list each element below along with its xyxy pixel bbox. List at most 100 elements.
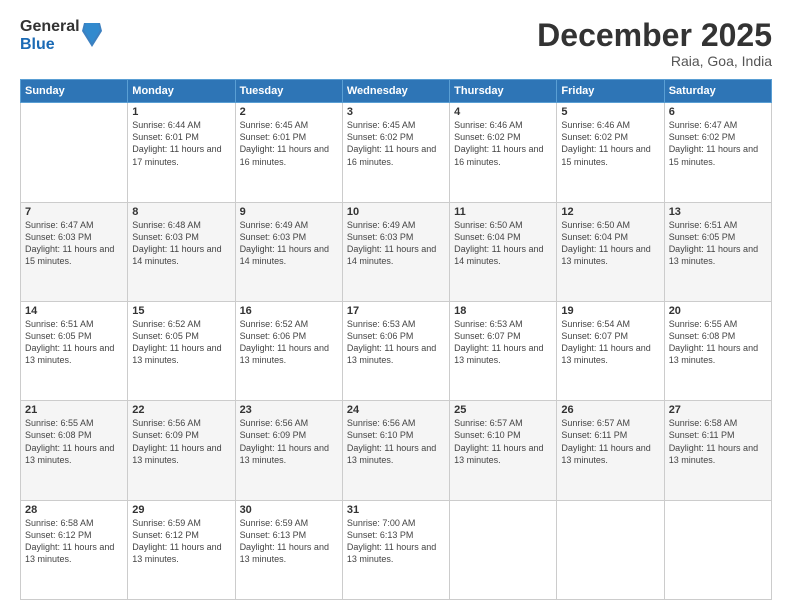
day-number: 11 — [454, 206, 552, 218]
day-number: 25 — [454, 404, 552, 416]
day-number: 20 — [669, 305, 767, 317]
col-thursday: Thursday — [450, 80, 557, 103]
day-info: Sunrise: 6:55 AMSunset: 6:08 PMDaylight:… — [669, 319, 758, 365]
logo-icon — [82, 23, 102, 47]
day-info: Sunrise: 6:52 AMSunset: 6:05 PMDaylight:… — [132, 319, 221, 365]
day-number: 23 — [240, 404, 338, 416]
table-row: 8 Sunrise: 6:48 AMSunset: 6:03 PMDayligh… — [128, 202, 235, 301]
day-number: 1 — [132, 106, 230, 118]
calendar-week-row: 1 Sunrise: 6:44 AMSunset: 6:01 PMDayligh… — [21, 103, 772, 202]
table-row: 7 Sunrise: 6:47 AMSunset: 6:03 PMDayligh… — [21, 202, 128, 301]
table-row: 14 Sunrise: 6:51 AMSunset: 6:05 PMDaylig… — [21, 301, 128, 400]
day-number: 16 — [240, 305, 338, 317]
day-info: Sunrise: 6:47 AMSunset: 6:03 PMDaylight:… — [25, 220, 114, 266]
day-number: 8 — [132, 206, 230, 218]
day-info: Sunrise: 6:50 AMSunset: 6:04 PMDaylight:… — [454, 220, 543, 266]
day-info: Sunrise: 6:56 AMSunset: 6:09 PMDaylight:… — [240, 418, 329, 464]
day-info: Sunrise: 6:59 AMSunset: 6:13 PMDaylight:… — [240, 518, 329, 564]
logo-text: General Blue — [20, 18, 80, 53]
table-row: 18 Sunrise: 6:53 AMSunset: 6:07 PMDaylig… — [450, 301, 557, 400]
location: Raia, Goa, India — [537, 53, 772, 69]
day-info: Sunrise: 6:58 AMSunset: 6:11 PMDaylight:… — [669, 418, 758, 464]
day-number: 22 — [132, 404, 230, 416]
table-row: 10 Sunrise: 6:49 AMSunset: 6:03 PMDaylig… — [342, 202, 449, 301]
day-number: 31 — [347, 504, 445, 516]
day-info: Sunrise: 6:51 AMSunset: 6:05 PMDaylight:… — [669, 220, 758, 266]
table-row: 31 Sunrise: 7:00 AMSunset: 6:13 PMDaylig… — [342, 500, 449, 599]
day-number: 28 — [25, 504, 123, 516]
day-info: Sunrise: 6:49 AMSunset: 6:03 PMDaylight:… — [240, 220, 329, 266]
day-info: Sunrise: 6:45 AMSunset: 6:02 PMDaylight:… — [347, 120, 436, 166]
table-row: 29 Sunrise: 6:59 AMSunset: 6:12 PMDaylig… — [128, 500, 235, 599]
day-info: Sunrise: 7:00 AMSunset: 6:13 PMDaylight:… — [347, 518, 436, 564]
day-info: Sunrise: 6:46 AMSunset: 6:02 PMDaylight:… — [454, 120, 543, 166]
day-info: Sunrise: 6:48 AMSunset: 6:03 PMDaylight:… — [132, 220, 221, 266]
col-friday: Friday — [557, 80, 664, 103]
day-info: Sunrise: 6:44 AMSunset: 6:01 PMDaylight:… — [132, 120, 221, 166]
table-row: 15 Sunrise: 6:52 AMSunset: 6:05 PMDaylig… — [128, 301, 235, 400]
day-info: Sunrise: 6:57 AMSunset: 6:10 PMDaylight:… — [454, 418, 543, 464]
day-number: 18 — [454, 305, 552, 317]
day-info: Sunrise: 6:55 AMSunset: 6:08 PMDaylight:… — [25, 418, 114, 464]
day-number: 12 — [561, 206, 659, 218]
day-info: Sunrise: 6:51 AMSunset: 6:05 PMDaylight:… — [25, 319, 114, 365]
day-info: Sunrise: 6:57 AMSunset: 6:11 PMDaylight:… — [561, 418, 650, 464]
day-info: Sunrise: 6:53 AMSunset: 6:06 PMDaylight:… — [347, 319, 436, 365]
table-row — [664, 500, 771, 599]
day-number: 15 — [132, 305, 230, 317]
calendar-week-row: 7 Sunrise: 6:47 AMSunset: 6:03 PMDayligh… — [21, 202, 772, 301]
table-row: 30 Sunrise: 6:59 AMSunset: 6:13 PMDaylig… — [235, 500, 342, 599]
day-info: Sunrise: 6:56 AMSunset: 6:09 PMDaylight:… — [132, 418, 221, 464]
table-row: 17 Sunrise: 6:53 AMSunset: 6:06 PMDaylig… — [342, 301, 449, 400]
table-row: 20 Sunrise: 6:55 AMSunset: 6:08 PMDaylig… — [664, 301, 771, 400]
col-sunday: Sunday — [21, 80, 128, 103]
table-row — [450, 500, 557, 599]
day-info: Sunrise: 6:50 AMSunset: 6:04 PMDaylight:… — [561, 220, 650, 266]
table-row: 25 Sunrise: 6:57 AMSunset: 6:10 PMDaylig… — [450, 401, 557, 500]
col-wednesday: Wednesday — [342, 80, 449, 103]
day-info: Sunrise: 6:45 AMSunset: 6:01 PMDaylight:… — [240, 120, 329, 166]
day-info: Sunrise: 6:58 AMSunset: 6:12 PMDaylight:… — [25, 518, 114, 564]
table-row — [557, 500, 664, 599]
day-info: Sunrise: 6:59 AMSunset: 6:12 PMDaylight:… — [132, 518, 221, 564]
logo-general: General — [20, 18, 80, 36]
table-row: 13 Sunrise: 6:51 AMSunset: 6:05 PMDaylig… — [664, 202, 771, 301]
day-number: 14 — [25, 305, 123, 317]
table-row: 5 Sunrise: 6:46 AMSunset: 6:02 PMDayligh… — [557, 103, 664, 202]
calendar-week-row: 28 Sunrise: 6:58 AMSunset: 6:12 PMDaylig… — [21, 500, 772, 599]
day-info: Sunrise: 6:53 AMSunset: 6:07 PMDaylight:… — [454, 319, 543, 365]
page: General Blue December 2025 Raia, Goa, In… — [0, 0, 792, 612]
calendar-week-row: 14 Sunrise: 6:51 AMSunset: 6:05 PMDaylig… — [21, 301, 772, 400]
day-info: Sunrise: 6:47 AMSunset: 6:02 PMDaylight:… — [669, 120, 758, 166]
table-row: 2 Sunrise: 6:45 AMSunset: 6:01 PMDayligh… — [235, 103, 342, 202]
table-row: 16 Sunrise: 6:52 AMSunset: 6:06 PMDaylig… — [235, 301, 342, 400]
day-number: 10 — [347, 206, 445, 218]
col-monday: Monday — [128, 80, 235, 103]
table-row: 24 Sunrise: 6:56 AMSunset: 6:10 PMDaylig… — [342, 401, 449, 500]
day-number: 2 — [240, 106, 338, 118]
col-tuesday: Tuesday — [235, 80, 342, 103]
day-info: Sunrise: 6:46 AMSunset: 6:02 PMDaylight:… — [561, 120, 650, 166]
calendar-week-row: 21 Sunrise: 6:55 AMSunset: 6:08 PMDaylig… — [21, 401, 772, 500]
title-section: December 2025 Raia, Goa, India — [537, 18, 772, 69]
logo: General Blue — [20, 18, 102, 53]
table-row: 11 Sunrise: 6:50 AMSunset: 6:04 PMDaylig… — [450, 202, 557, 301]
day-number: 9 — [240, 206, 338, 218]
table-row: 19 Sunrise: 6:54 AMSunset: 6:07 PMDaylig… — [557, 301, 664, 400]
day-number: 19 — [561, 305, 659, 317]
day-number: 29 — [132, 504, 230, 516]
table-row: 1 Sunrise: 6:44 AMSunset: 6:01 PMDayligh… — [128, 103, 235, 202]
day-number: 21 — [25, 404, 123, 416]
day-number: 26 — [561, 404, 659, 416]
day-number: 7 — [25, 206, 123, 218]
table-row: 21 Sunrise: 6:55 AMSunset: 6:08 PMDaylig… — [21, 401, 128, 500]
header: General Blue December 2025 Raia, Goa, In… — [20, 18, 772, 69]
table-row: 6 Sunrise: 6:47 AMSunset: 6:02 PMDayligh… — [664, 103, 771, 202]
day-info: Sunrise: 6:49 AMSunset: 6:03 PMDaylight:… — [347, 220, 436, 266]
day-number: 24 — [347, 404, 445, 416]
table-row: 3 Sunrise: 6:45 AMSunset: 6:02 PMDayligh… — [342, 103, 449, 202]
day-number: 6 — [669, 106, 767, 118]
month-title: December 2025 — [537, 18, 772, 53]
table-row: 23 Sunrise: 6:56 AMSunset: 6:09 PMDaylig… — [235, 401, 342, 500]
day-number: 4 — [454, 106, 552, 118]
